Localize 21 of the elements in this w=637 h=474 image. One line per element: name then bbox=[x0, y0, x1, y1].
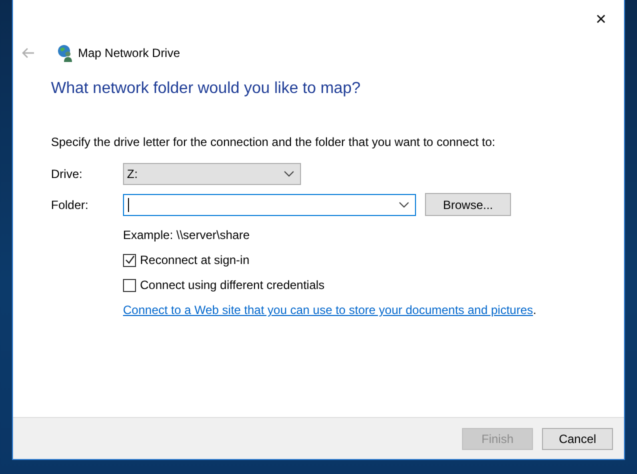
instruction-text: Specify the drive letter for the connection and the folder that you want to connect to: bbox=[51, 135, 496, 149]
window-title: Map Network Drive bbox=[78, 46, 180, 60]
text-cursor-icon bbox=[128, 198, 129, 212]
example-text: Example: \\server\share bbox=[123, 228, 251, 242]
folder-combo-field[interactable] bbox=[123, 194, 416, 216]
checkbox[interactable] bbox=[123, 278, 136, 292]
chevron-down-icon bbox=[284, 171, 294, 177]
web-site-link[interactable]: Connect to a Web site that you can use to store your documents and pictures bbox=[123, 303, 534, 317]
cancel-button[interactable]: Cancel bbox=[542, 428, 613, 450]
chevron-down-icon bbox=[399, 202, 409, 208]
period-text: . bbox=[533, 303, 536, 317]
drive-label: Drive: bbox=[51, 167, 84, 181]
drive-dropdown[interactable]: Z: bbox=[123, 163, 301, 185]
folder-label: Folder: bbox=[51, 198, 90, 212]
checkbox[interactable] bbox=[123, 254, 136, 266]
network-drive-icon bbox=[57, 44, 73, 62]
checkbox-label[interactable]: Reconnect at sign-in bbox=[140, 253, 250, 267]
browse-button[interactable]: Browse... bbox=[425, 193, 511, 216]
close-button[interactable]: ✕ bbox=[578, 0, 624, 40]
page-heading: What network folder would you like to map? bbox=[51, 80, 362, 99]
checkbox-label[interactable]: Connect using different credentials bbox=[140, 278, 325, 292]
